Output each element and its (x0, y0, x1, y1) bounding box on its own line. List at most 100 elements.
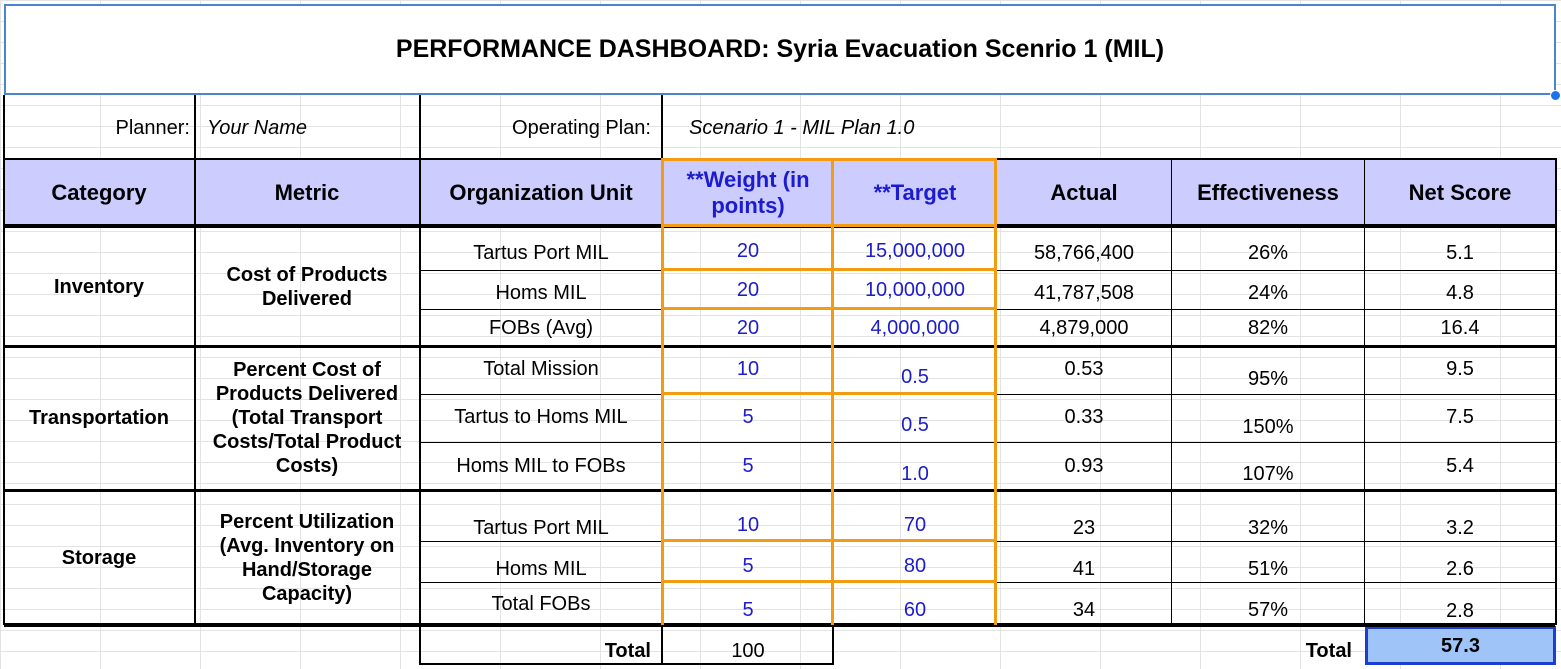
org-unit-cell: Homs MIL to FOBs (456, 455, 626, 477)
border-line (4, 489, 1555, 492)
border-line (3, 95, 5, 625)
total-weight-value: 100 (731, 640, 765, 662)
org-unit-cell: FOBs (Avg) (488, 317, 594, 339)
target-cell[interactable]: 70 (834, 508, 996, 542)
dashboard-title-text: PERFORMANCE DASHBOARD: Syria Evacuation … (395, 35, 1165, 63)
effectiveness-cell: 57% (1247, 599, 1289, 621)
effectiveness-cell: 24% (1247, 282, 1289, 304)
actual-cell: 0.33 (1064, 406, 1104, 428)
border-line (194, 95, 196, 625)
target-cell[interactable]: 0.5 (834, 360, 996, 394)
highlight-border (661, 158, 664, 625)
highlight-border (661, 307, 997, 310)
actual-cell: 58,766,400 (1033, 242, 1135, 264)
actual-cell: 4,879,000 (1039, 317, 1129, 339)
metric-storage: Percent Utilization (Avg. Inventory on H… (219, 511, 395, 605)
highlight-border (831, 158, 834, 625)
planner-name[interactable]: Your Name (195, 97, 419, 159)
highlight-border (661, 392, 997, 395)
target-cell[interactable]: 80 (834, 549, 996, 583)
effectiveness-cell: 26% (1247, 242, 1289, 264)
total-score-value[interactable]: 57.3 (1365, 626, 1556, 665)
weight-cell[interactable]: 5 (663, 593, 833, 627)
org-unit-cell: Total Mission (483, 358, 599, 380)
operating-plan-value[interactable]: Scenario 1 - MIL Plan 1.0 (663, 97, 1163, 159)
border-line (4, 623, 1555, 627)
header-effectiveness: Effectiveness (1172, 160, 1364, 226)
border-line (832, 625, 834, 665)
target-cell[interactable]: 0.5 (834, 408, 996, 442)
category-transportation: Transportation (28, 407, 169, 429)
actual-cell: 0.53 (1064, 358, 1104, 380)
border-line (420, 663, 833, 665)
total-weight-label: Total (604, 640, 651, 662)
org-unit-cell: Homs MIL (495, 558, 587, 580)
target-cell[interactable]: 4,000,000 (834, 311, 996, 345)
metric-transportation: Percent Cost of Products Delivered (Tota… (212, 359, 402, 477)
target-cell[interactable]: 15,000,000 (834, 234, 996, 268)
selection-fill-handle[interactable] (1550, 90, 1561, 101)
net-score-cell: 7.5 (1446, 406, 1474, 428)
header-org-unit: Organization Unit (421, 160, 661, 226)
highlight-border (661, 224, 997, 227)
weight-cell[interactable]: 5 (663, 549, 833, 583)
org-unit-cell: Total FOBs (491, 593, 591, 615)
org-unit-cell: Tartus Port MIL (473, 242, 609, 264)
net-score-cell: 3.2 (1446, 517, 1474, 539)
highlight-border (661, 539, 997, 542)
border-line (1171, 158, 1172, 625)
planner-label: Planner: (115, 117, 191, 139)
actual-cell: 34 (1072, 599, 1096, 621)
total-score-label: Total (1305, 640, 1352, 662)
org-unit-cell: Homs MIL (495, 282, 587, 304)
border-line (420, 442, 1555, 443)
highlight-border (661, 158, 997, 161)
actual-cell: 0.93 (1064, 455, 1104, 477)
org-unit-cell: Tartus to Homs MIL (454, 406, 628, 428)
header-net-score: Net Score (1365, 160, 1555, 226)
header-metric: Metric (195, 160, 419, 226)
highlight-border (661, 268, 997, 271)
header-actual: Actual (997, 160, 1171, 226)
weight-cell[interactable]: 20 (663, 273, 833, 307)
org-unit-cell: Tartus Port MIL (473, 517, 609, 539)
weight-cell[interactable]: 20 (663, 311, 833, 345)
effectiveness-cell: 150% (1242, 416, 1294, 438)
highlight-border (994, 158, 997, 625)
category-storage: Storage (61, 547, 137, 569)
effectiveness-cell: 95% (1247, 368, 1289, 390)
metric-inventory: Cost of Products Delivered (226, 264, 388, 310)
effectiveness-cell: 82% (1247, 317, 1289, 339)
target-cell[interactable]: 1.0 (834, 457, 996, 491)
border-line (1555, 158, 1557, 625)
weight-cell[interactable]: 20 (663, 234, 833, 268)
actual-cell: 23 (1072, 517, 1096, 539)
border-line (419, 95, 421, 665)
net-score-cell: 4.8 (1446, 282, 1474, 304)
weight-cell[interactable]: 10 (663, 352, 833, 386)
header-weight: **Weight (in points) (663, 160, 833, 226)
net-score-cell: 5.1 (1446, 242, 1474, 264)
border-line (4, 345, 1555, 348)
target-cell[interactable]: 10,000,000 (834, 273, 996, 307)
border-line (1364, 158, 1365, 625)
category-inventory: Inventory (53, 276, 145, 298)
header-category: Category (4, 160, 194, 226)
highlight-border (661, 580, 997, 583)
dashboard-title[interactable]: PERFORMANCE DASHBOARD: Syria Evacuation … (4, 4, 1556, 95)
effectiveness-cell: 51% (1247, 558, 1289, 580)
effectiveness-cell: 32% (1247, 517, 1289, 539)
operating-plan-label: Operating Plan: (512, 117, 651, 139)
weight-cell[interactable]: 10 (663, 508, 833, 542)
target-cell[interactable]: 60 (834, 593, 996, 627)
weight-cell[interactable]: 5 (663, 449, 833, 483)
net-score-cell: 2.6 (1446, 558, 1474, 580)
weight-cell[interactable]: 5 (663, 400, 833, 434)
header-target: **Target (834, 160, 996, 226)
effectiveness-cell: 107% (1242, 463, 1294, 485)
net-score-cell: 5.4 (1446, 455, 1474, 477)
actual-cell: 41,787,508 (1033, 282, 1135, 304)
actual-cell: 41 (1072, 558, 1096, 580)
net-score-cell: 9.5 (1446, 358, 1474, 380)
net-score-cell: 16.4 (1440, 317, 1480, 339)
